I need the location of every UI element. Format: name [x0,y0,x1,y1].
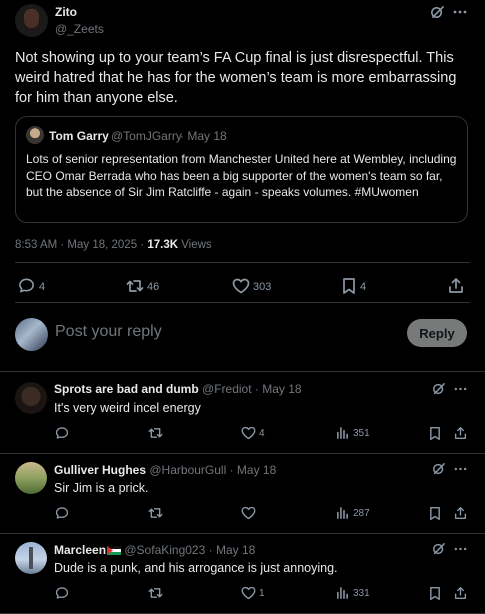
reply-text: It's very weird incel energy [54,401,201,415]
author-handle[interactable]: @HarbourGull [149,463,226,477]
bookmark-count: 4 [360,281,367,293]
author-handle[interactable]: @Frediot [202,382,252,396]
grok-icon[interactable] [432,462,446,476]
more-icon[interactable] [454,467,467,471]
reply-button[interactable]: Reply [407,319,467,347]
reply-date[interactable]: · May 18 [230,463,277,477]
author-name[interactable]: Sprots are bad and dumb [54,382,199,396]
like-icon[interactable] [241,506,256,520]
views-icon[interactable] [336,506,349,519]
grok-icon[interactable] [432,542,446,556]
views-label: Views [178,239,212,251]
reply-text: Dude is a punk, and his arrogance is jus… [54,561,338,575]
reply-input[interactable]: Post your reply [55,323,385,341]
avatar[interactable] [15,382,47,414]
bookmark-icon[interactable] [429,586,441,601]
more-icon[interactable] [454,547,467,551]
quoted-author-handle: @TomJGarry [111,129,182,143]
views-count: 287 [353,508,370,519]
views-count: 17.3K [147,239,179,251]
repost-icon[interactable] [126,278,144,294]
reply-header: Sprots are bad and dumb @Frediot · May 1… [54,382,302,396]
views-icon[interactable] [336,426,349,439]
more-icon[interactable] [453,10,467,14]
like-icon[interactable] [232,278,250,294]
repost-icon[interactable] [148,426,163,440]
reply-header: Gulliver Hughes @HarbourGull · May 18 [54,463,276,477]
avatar[interactable] [15,462,47,494]
reply-date[interactable]: · May 18 [255,382,302,396]
quoted-date: · May 18 [180,129,227,143]
repost-count: 46 [147,281,160,293]
share-icon[interactable] [454,426,467,440]
reply-icon[interactable] [55,506,69,520]
quoted-avatar [26,126,44,144]
like-icon[interactable] [241,426,256,440]
avatar[interactable] [15,4,48,37]
like-icon[interactable] [241,586,256,600]
repost-icon[interactable] [148,586,163,600]
like-count: 303 [253,281,272,293]
views-count: 351 [353,428,370,439]
reply-icon[interactable] [55,426,69,440]
author-handle[interactable]: @_Zeets [55,22,104,36]
share-icon[interactable] [454,506,467,520]
grok-icon[interactable] [430,5,445,20]
reply-button-label: Reply [419,325,455,341]
author-name[interactable]: Marcleen [54,543,106,557]
flag-icon [107,546,122,555]
reply-icon[interactable] [18,277,35,294]
tweet-text: Not showing up to your team’s FA Cup fin… [15,50,457,106]
avatar [15,318,48,351]
tweet-timestamp[interactable]: 8:53 AM · May 18, 2025 · [15,239,147,251]
more-icon[interactable] [454,387,467,391]
reply-text: Sir Jim is a prick. [54,481,149,495]
share-icon[interactable] [454,586,467,600]
repost-icon[interactable] [148,506,163,520]
author-name[interactable]: Zito [55,5,77,19]
views-icon[interactable] [336,586,349,599]
like-count: 1 [259,588,265,599]
reply-icon[interactable] [55,586,69,600]
reply-header: Marcleen @SofaKing023 · May 18 [54,543,255,557]
author-handle[interactable]: @SofaKing023 [124,543,205,557]
quoted-tweet[interactable]: Tom Garry @TomJGarry · May 18 Lots of se… [15,116,468,223]
like-count: 4 [259,428,265,439]
quoted-author-name: Tom Garry [49,129,109,143]
share-icon[interactable] [448,277,464,294]
grok-icon[interactable] [432,382,446,396]
quoted-text: Lots of senior representation from Manch… [26,152,457,199]
avatar[interactable] [15,542,47,574]
author-name[interactable]: Gulliver Hughes [54,463,146,477]
bookmark-icon[interactable] [429,426,441,441]
reply-date[interactable]: · May 18 [209,543,256,557]
reply-count: 4 [39,281,46,293]
bookmark-icon[interactable] [342,277,356,295]
views-count: 331 [353,588,370,599]
bookmark-icon[interactable] [429,506,441,521]
tweet-meta: 8:53 AM · May 18, 2025 · 17.3K Views [15,239,212,251]
